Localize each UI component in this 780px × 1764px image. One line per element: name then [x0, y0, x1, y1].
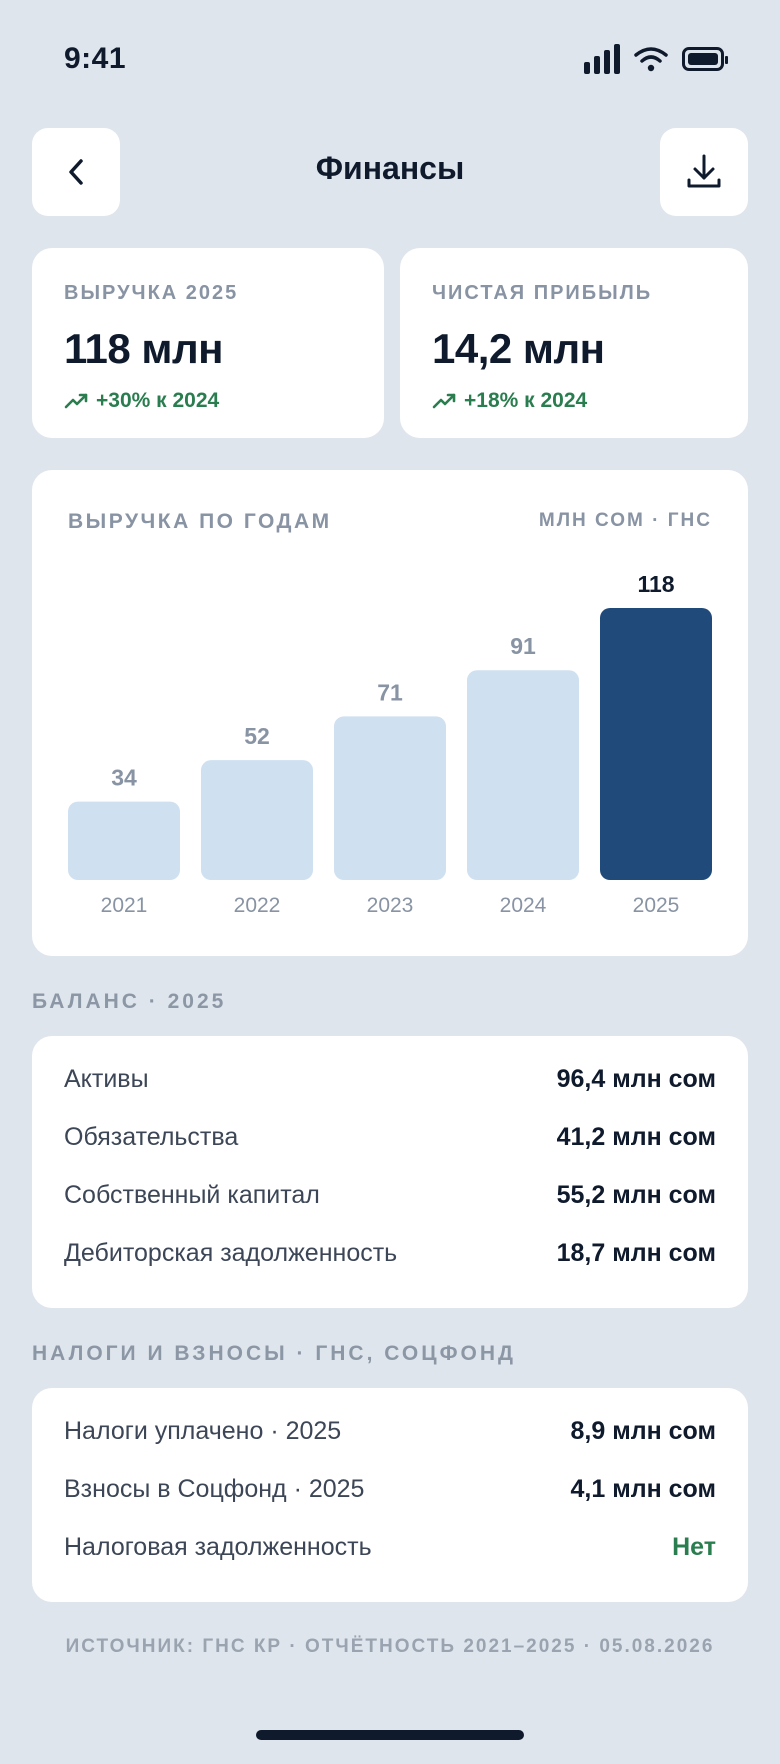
row-value: 8,9 млн сом — [570, 1416, 716, 1445]
chart-unit: МЛН СОМ · ГНС — [538, 510, 712, 531]
x-tick-label: 2025 — [633, 894, 680, 917]
download-icon — [687, 154, 721, 188]
row-label: Обязательства — [64, 1122, 239, 1151]
home-indicator[interactable] — [256, 1730, 524, 1740]
balance-row: Дебиторская задолженность 18,7 млн сом — [64, 1224, 716, 1282]
x-tick-label: 2021 — [101, 894, 148, 917]
row-label: Взносы в Соцфонд · 2025 — [64, 1474, 365, 1503]
x-tick-label: 2024 — [500, 894, 547, 917]
trend-up-icon — [64, 393, 88, 409]
balance-row: Собственный капитал 55,2 млн сом — [64, 1166, 716, 1224]
status-icons — [584, 44, 728, 74]
bar-value-label: 118 — [637, 571, 674, 597]
trend-up-icon — [432, 393, 456, 409]
chart-title: ВЫРУЧКА ПО ГОДАМ — [68, 510, 332, 533]
revenue-chart-card: 34 2021 52 2022 71 2023 91 2024 118 2025 ВЫРУЧКА … — [32, 470, 748, 956]
row-label: Дебиторская задолженность — [64, 1238, 398, 1267]
tax-row: Налоговая задолженность Нет — [64, 1518, 716, 1576]
balance-section-label: БАЛАНС · 2025 — [32, 990, 227, 1013]
row-value: 4,1 млн сом — [570, 1474, 716, 1503]
signal-icon — [584, 44, 620, 74]
kpi-label: ВЫРУЧКА 2025 — [64, 282, 239, 304]
tax-debt-status: Нет — [672, 1532, 716, 1561]
kpi-label: ЧИСТАЯ ПРИБЫЛЬ — [432, 282, 653, 304]
balance-row: Активы 96,4 млн сом — [64, 1050, 716, 1108]
row-label: Активы — [64, 1064, 149, 1093]
x-tick-label: 2022 — [234, 894, 281, 917]
row-value: 55,2 млн сом — [556, 1180, 716, 1209]
status-bar: 9:41 — [0, 0, 780, 118]
balance-card: Активы 96,4 млн сом Обязательства 41,2 м… — [32, 1036, 748, 1308]
bar-2022[interactable] — [201, 760, 313, 880]
tax-row: Взносы в Соцфонд · 2025 4,1 млн сом — [64, 1460, 716, 1518]
taxes-card: Налоги уплачено · 2025 8,9 млн сом Взнос… — [32, 1388, 748, 1602]
bar-2024[interactable] — [467, 670, 579, 880]
bar-2023[interactable] — [334, 716, 446, 880]
kpi-value: 118 млн — [64, 325, 224, 372]
kpi-delta: +30% к 2024 — [64, 389, 352, 413]
revenue-bar-chart: 34 2021 52 2022 71 2023 91 2024 118 2025 — [68, 571, 712, 917]
row-label: Собственный капитал — [64, 1180, 320, 1209]
x-tick-label: 2023 — [367, 894, 414, 917]
kpi-value: 14,2 млн — [432, 325, 605, 372]
revenue-kpi-card[interactable]: ВЫРУЧКА 2025 118 млн +30% к 2024 — [32, 248, 384, 438]
row-label: Налоговая задолженность — [64, 1532, 372, 1561]
bar-2025[interactable] — [600, 608, 712, 880]
source-footer: ИСТОЧНИК: ГНС КР · ОТЧЁТНОСТЬ 2021–2025 … — [65, 1636, 715, 1657]
status-time: 9:41 — [64, 42, 127, 75]
kpi-delta-text: +18% к 2024 — [464, 389, 588, 412]
download-button[interactable] — [660, 128, 748, 216]
battery-icon — [682, 47, 728, 71]
bar-2021[interactable] — [68, 801, 180, 880]
tax-row: Налоги уплачено · 2025 8,9 млн сом — [64, 1402, 716, 1460]
net-profit-kpi-card[interactable]: ЧИСТАЯ ПРИБЫЛЬ 14,2 млн +18% к 2024 — [400, 248, 748, 438]
wifi-icon — [634, 47, 668, 72]
bar-value-label: 34 — [111, 765, 137, 791]
row-value: 18,7 млн сом — [556, 1238, 716, 1267]
balance-row: Обязательства 41,2 млн сом — [64, 1108, 716, 1166]
bar-value-label: 91 — [510, 633, 536, 659]
bar-value-label: 71 — [377, 679, 403, 705]
kpi-delta-text: +30% к 2024 — [96, 389, 220, 412]
row-value: 96,4 млн сом — [556, 1064, 716, 1093]
row-value: 41,2 млн сом — [556, 1122, 716, 1151]
taxes-section-label: НАЛОГИ И ВЗНОСЫ · ГНС, СОЦФОНД — [32, 1342, 516, 1365]
bar-value-label: 52 — [244, 723, 270, 749]
kpi-delta: +18% к 2024 — [432, 389, 716, 413]
row-label: Налоги уплачено · 2025 — [64, 1416, 342, 1445]
